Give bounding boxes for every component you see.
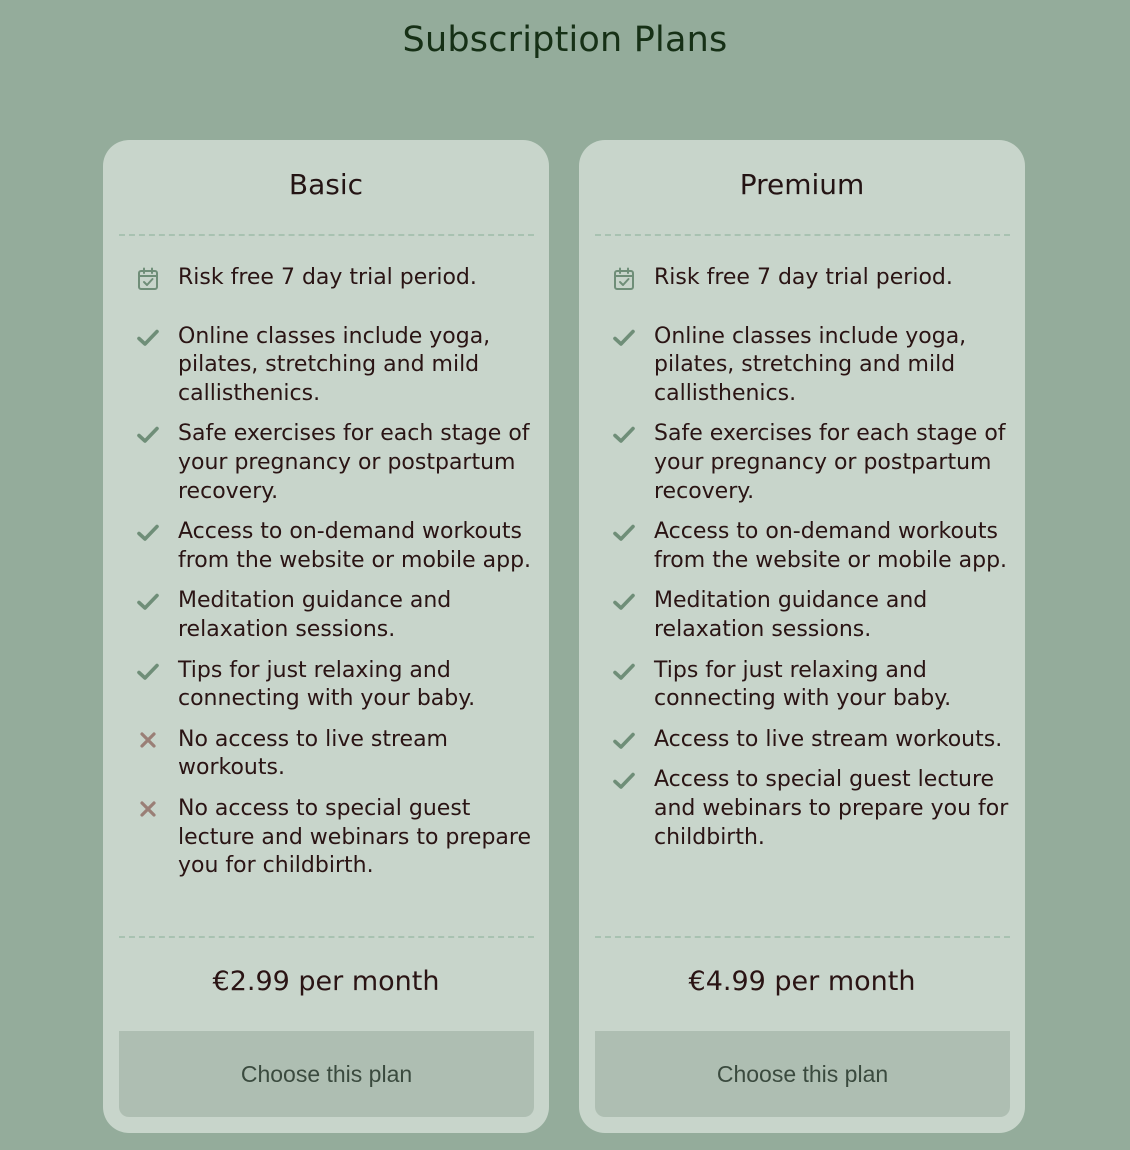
feature-text: Risk free 7 day trial period. <box>654 265 953 290</box>
feature-text: Risk free 7 day trial period. <box>178 265 477 290</box>
feature-item: Meditation guidance and relaxation sessi… <box>103 587 549 644</box>
feature-text: Tips for just relaxing and connecting wi… <box>178 657 476 712</box>
cross-icon <box>135 728 161 754</box>
feature-list: Risk free 7 day trial period. Online clas… <box>579 264 1025 864</box>
feature-item: Access to special guest lecture and webi… <box>579 766 1025 852</box>
check-icon <box>611 589 637 615</box>
plan-card-basic: Basic Risk free 7 day trial period. Onlin… <box>103 140 549 1133</box>
feature-item: Risk free 7 day trial period. <box>103 264 549 293</box>
check-icon <box>611 325 637 351</box>
check-icon <box>135 325 161 351</box>
divider <box>595 936 1010 938</box>
feature-item: Access to on-demand workouts from the we… <box>103 518 549 575</box>
feature-text: Online classes include yoga, pilates, st… <box>654 323 967 406</box>
check-icon <box>611 728 637 754</box>
feature-item: No access to special guest lecture and w… <box>103 795 549 881</box>
feature-text: Meditation guidance and relaxation sessi… <box>654 588 928 642</box>
feature-text: Tips for just relaxing and connecting wi… <box>654 657 952 712</box>
check-icon <box>611 520 637 546</box>
plan-title: Premium <box>739 168 865 201</box>
feature-item: Tips for just relaxing and connecting wi… <box>103 657 549 714</box>
feature-text: Access to on-demand workouts from the we… <box>654 519 1008 573</box>
check-icon <box>611 659 637 685</box>
plan-price: €4.99 per month <box>688 966 916 997</box>
divider <box>595 234 1010 236</box>
check-icon <box>611 422 637 448</box>
feature-item: Safe exercises for each stage of your pr… <box>579 420 1025 506</box>
divider <box>119 936 534 938</box>
feature-text: Access to special guest lecture and webi… <box>654 767 1009 850</box>
feature-text: Access to on-demand workouts from the we… <box>178 519 532 573</box>
plan-card-premium: Premium Risk free 7 day trial period. Onl… <box>579 140 1025 1133</box>
cross-icon <box>135 797 161 823</box>
check-icon <box>135 422 161 448</box>
check-icon <box>135 520 161 546</box>
feature-text: Access to live stream workouts. <box>654 726 1003 752</box>
feature-item: Safe exercises for each stage of your pr… <box>103 420 549 506</box>
feature-list: Risk free 7 day trial period. Online clas… <box>103 264 549 893</box>
feature-item: Access to live stream workouts. <box>579 726 1025 755</box>
feature-item: Meditation guidance and relaxation sessi… <box>579 587 1025 644</box>
feature-text: No access to live stream workouts. <box>178 726 448 781</box>
feature-text: Meditation guidance and relaxation sessi… <box>178 588 452 642</box>
choose-plan-button[interactable]: Choose this plan <box>119 1031 534 1117</box>
choose-plan-button[interactable]: Choose this plan <box>595 1031 1010 1117</box>
calendar-check-icon <box>135 266 161 292</box>
feature-item: No access to live stream workouts. <box>103 726 549 783</box>
feature-item: Access to on-demand workouts from the we… <box>579 518 1025 575</box>
check-icon <box>135 589 161 615</box>
page-title: Subscription Plans <box>402 20 728 60</box>
feature-item: Risk free 7 day trial period. <box>579 264 1025 293</box>
feature-item: Tips for just relaxing and connecting wi… <box>579 657 1025 714</box>
feature-text: Safe exercises for each stage of your pr… <box>654 421 1006 504</box>
check-icon <box>611 768 637 794</box>
feature-text: Safe exercises for each stage of your pr… <box>178 421 530 504</box>
divider <box>119 234 534 236</box>
plan-price: €2.99 per month <box>212 966 440 997</box>
feature-text: Online classes include yoga, pilates, st… <box>178 323 491 406</box>
feature-item: Online classes include yoga, pilates, st… <box>103 323 549 409</box>
feature-item: Online classes include yoga, pilates, st… <box>579 323 1025 409</box>
check-icon <box>135 659 161 685</box>
plan-title: Basic <box>288 168 364 201</box>
feature-text: No access to special guest lecture and w… <box>178 795 531 879</box>
calendar-check-icon <box>611 266 637 292</box>
